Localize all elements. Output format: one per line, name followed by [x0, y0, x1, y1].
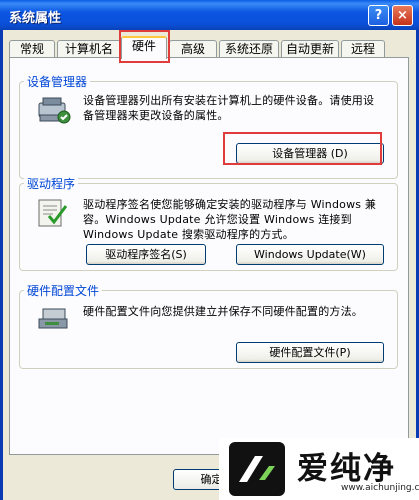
hardware-profiles-description: 硬件配置文件向您提供建立并保存不同硬件配置的方法。: [83, 305, 363, 318]
tab-advanced[interactable]: 高级: [169, 40, 217, 58]
watermark-logo-text: 爱纯净: [297, 451, 396, 487]
tab-remote[interactable]: 远程: [341, 40, 385, 58]
driver-signing-button[interactable]: 驱动程序签名(S): [86, 244, 206, 265]
hardware-profile-icon: [37, 305, 71, 336]
tab-highlight-box: [119, 30, 170, 63]
system-properties-window: 系统属性 ? × 常规 计算机名 硬件 高级 系统还原 自动更新 远程 设备管理…: [0, 0, 419, 500]
driver-signing-icon: [35, 196, 69, 231]
device-manager-group-title: 设备管理器: [24, 73, 91, 90]
tab-automatic-updates[interactable]: 自动更新: [281, 40, 339, 58]
device-manager-highlight-box: [223, 132, 382, 165]
window-title: 系统属性: [9, 11, 62, 26]
tab-general[interactable]: 常规: [9, 40, 55, 58]
hardware-profiles-group: 硬件配置文件 硬件配置文件向您提供建立并保存不同硬件配置的方法。 硬件配置文件(…: [19, 282, 398, 369]
help-button[interactable]: ?: [368, 5, 389, 26]
watermark-logo-mark: [229, 442, 285, 496]
tab-computer-name[interactable]: 计算机名: [57, 40, 121, 58]
windows-update-button[interactable]: Windows Update(W): [236, 244, 384, 265]
tab-system-restore[interactable]: 系统还原: [219, 40, 279, 58]
drivers-group: 驱动程序 驱动程序签名使您能够确定安装的驱动程序与 Windows 兼容。Win…: [19, 175, 398, 271]
watermark-logo: 爱纯净 www.aichunjing.com: [219, 438, 419, 500]
title-bar: 系统属性 ? ×: [0, 0, 419, 30]
tab-strip: 常规 计算机名 硬件 高级 系统还原 自动更新 远程: [3, 36, 416, 59]
hardware-profiles-button[interactable]: 硬件配置文件(P): [236, 342, 384, 363]
device-manager-icon: [37, 95, 73, 130]
watermark-url: www.aichunjing.com: [341, 483, 419, 493]
device-manager-description: 设备管理器列出所有安装在计算机上的硬件设备。请使用设备管理器来更改设备的属性。: [83, 94, 375, 122]
drivers-description: 驱动程序签名使您能够确定安装的驱动程序与 Windows 兼容。Windows …: [83, 198, 377, 241]
close-button[interactable]: ×: [392, 5, 413, 26]
hardware-profiles-group-title: 硬件配置文件: [24, 282, 103, 299]
drivers-group-title: 驱动程序: [24, 175, 79, 192]
hardware-tab-panel: 设备管理器 设备管理器列出所有安装在计算机上的硬件设备。请使用设备管理器来更改设…: [9, 57, 409, 455]
